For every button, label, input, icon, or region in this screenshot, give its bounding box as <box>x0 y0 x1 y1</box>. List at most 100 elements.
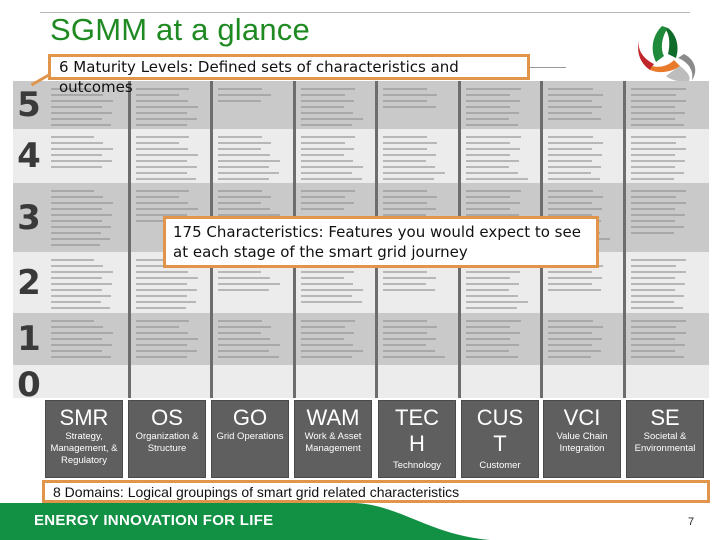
characteristic-text-line <box>383 344 426 346</box>
characteristic-text-line <box>631 154 676 156</box>
characteristic-text-line <box>51 356 112 358</box>
characteristic-text-line <box>548 350 602 352</box>
characteristic-cell <box>297 132 375 180</box>
domain-box-wam: WAM Work & Asset Management <box>294 400 372 478</box>
characteristic-text-line <box>466 178 528 180</box>
characteristic-text-line <box>136 88 190 90</box>
characteristic-text-line <box>218 320 262 322</box>
characteristic-text-line <box>301 100 355 102</box>
characteristic-text-line <box>136 289 197 291</box>
slide-title: SGMM at a glance <box>50 12 310 47</box>
characteristic-text-line <box>301 160 354 162</box>
characteristic-text-line <box>136 196 179 198</box>
characteristic-text-line <box>136 136 190 138</box>
characteristic-text-line <box>136 326 179 328</box>
characteristic-text-line <box>548 283 592 285</box>
characteristic-text-line <box>631 142 677 144</box>
characteristic-text-line <box>383 289 436 291</box>
characteristic-cell <box>47 316 125 362</box>
characteristic-text-line <box>136 112 188 114</box>
characteristic-text-line <box>383 283 426 285</box>
characteristic-cell <box>214 368 292 395</box>
domain-box-cust: CUS T Customer <box>461 400 539 478</box>
footer-tagline: ENERGY INNOVATION FOR LIFE <box>34 512 274 529</box>
characteristic-text-line <box>218 350 270 352</box>
maturity-level-label: 2 <box>17 262 41 303</box>
characteristic-cell <box>627 84 705 126</box>
characteristic-cell <box>627 255 705 310</box>
characteristic-cell <box>297 84 375 126</box>
characteristic-text-line <box>631 295 685 297</box>
characteristic-text-line <box>301 202 355 204</box>
characteristic-text-line <box>301 208 344 210</box>
characteristic-text-line <box>51 332 113 334</box>
characteristic-text-line <box>218 344 280 346</box>
characteristic-text-line <box>383 106 437 108</box>
characteristic-text-line <box>218 166 270 168</box>
characteristic-text-line <box>301 196 345 198</box>
characteristic-text-line <box>301 154 344 156</box>
characteristic-text-line <box>466 124 519 126</box>
maturity-level-label: 1 <box>17 319 41 359</box>
characteristic-text-line <box>383 190 428 192</box>
characteristic-text-line <box>631 338 676 340</box>
characteristic-text-line <box>548 142 603 144</box>
characteristic-text-line <box>218 332 261 334</box>
page-number: 7 <box>688 516 695 528</box>
characteristic-text-line <box>631 289 675 291</box>
characteristic-text-line <box>301 344 354 346</box>
characteristic-text-line <box>631 220 675 222</box>
characteristic-text-line <box>301 142 345 144</box>
domain-name: Customer <box>479 460 521 471</box>
characteristic-text-line <box>466 100 520 102</box>
characteristic-text-line <box>383 94 437 96</box>
characteristic-text-line <box>548 344 592 346</box>
characteristic-text-line <box>631 172 685 174</box>
maturity-level-label: 0 <box>17 365 41 405</box>
domain-name: Strategy, Management, & Regulatory <box>50 431 118 466</box>
characteristic-text-line <box>51 214 112 216</box>
characteristic-text-line <box>466 344 520 346</box>
characteristic-text-line <box>136 172 187 174</box>
characteristic-cell <box>462 84 540 126</box>
characteristic-text-line <box>51 344 112 346</box>
characteristic-text-line <box>301 301 362 303</box>
characteristic-text-line <box>136 350 197 352</box>
characteristic-text-line <box>301 326 345 328</box>
characteristic-text-line <box>383 277 437 279</box>
domain-box-se: SE Societal & Environmental <box>626 400 704 478</box>
characteristic-text-line <box>631 148 686 150</box>
characteristic-text-line <box>218 142 272 144</box>
characteristic-text-line <box>136 202 189 204</box>
characteristic-text-line <box>383 100 427 102</box>
characteristic-text-line <box>548 332 593 334</box>
characteristic-text-line <box>218 208 271 210</box>
characteristic-text-line <box>548 178 601 180</box>
characteristic-text-line <box>466 136 521 138</box>
characteristic-text-line <box>301 283 354 285</box>
characteristic-text-line <box>548 289 602 291</box>
domain-abbreviation: WAM <box>306 405 360 430</box>
characteristic-text-line <box>301 277 344 279</box>
characteristic-text-line <box>218 190 262 192</box>
characteristic-text-line <box>301 172 353 174</box>
characteristic-text-line <box>301 295 353 297</box>
domain-abbreviation: OS <box>151 405 183 430</box>
characteristic-text-line <box>466 350 509 352</box>
characteristic-text-line <box>466 332 520 334</box>
characteristic-text-line <box>383 160 426 162</box>
characteristic-text-line <box>383 166 436 168</box>
characteristic-cell <box>47 132 125 180</box>
characteristic-text-line <box>383 320 428 322</box>
characteristic-text-line <box>51 196 104 198</box>
characteristic-text-line <box>631 350 675 352</box>
characteristic-cell <box>379 368 457 395</box>
characteristic-text-line <box>548 271 593 273</box>
characteristic-text-line <box>466 283 520 285</box>
characteristic-text-line <box>466 154 510 156</box>
domain-box-tech: TEC H Technology <box>378 400 456 478</box>
characteristic-text-line <box>136 124 187 126</box>
characteristic-text-line <box>51 320 94 322</box>
characteristic-cell <box>627 186 705 249</box>
characteristic-text-line <box>466 196 511 198</box>
